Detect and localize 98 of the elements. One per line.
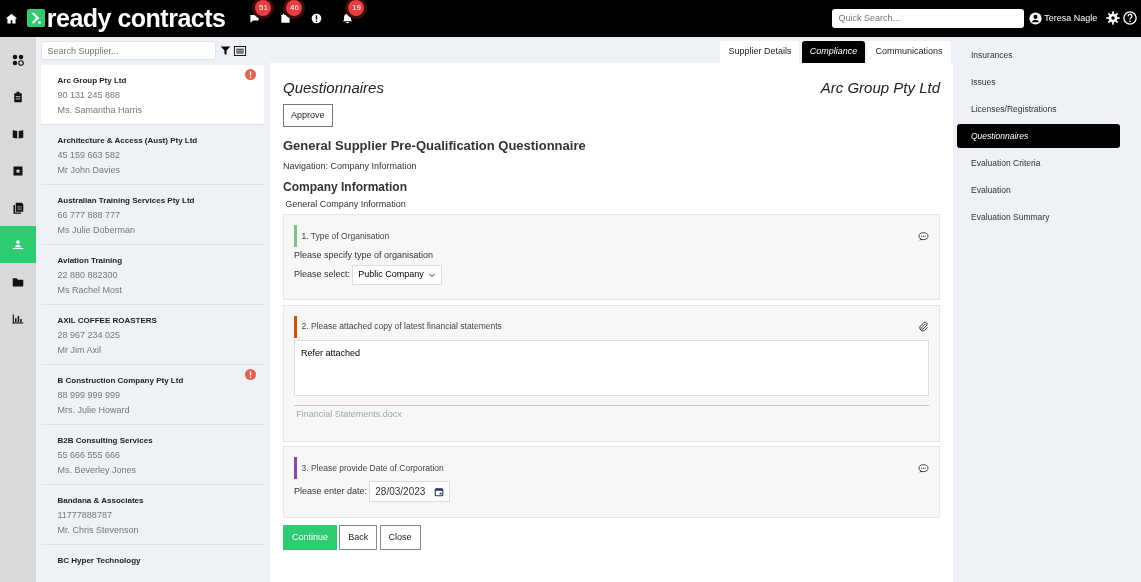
tab[interactable]: Supplier Details <box>720 41 800 63</box>
supplier-list-item[interactable]: Architecture & Access (Aust) Pty Ltd 45 159 663 582 Mr John Davies <box>40 124 264 185</box>
supplier-contact: Mr. Chris Stevenson <box>57 523 140 537</box>
chat-bubble-icon <box>248 12 260 24</box>
user-name[interactable]: Teresa Nagle <box>1044 11 1098 25</box>
question-title: 2. Please attached copy of latest financial statements <box>301 320 503 333</box>
comment-button[interactable] <box>918 462 929 474</box>
supplier-name: Australian Training Services Pty Ltd <box>57 194 196 207</box>
supplier-list-item[interactable]: B Construction Company Pty Ltd 88 999 999 999 Mrs. Julie Howard <box>40 364 264 425</box>
filter-icon <box>220 45 231 56</box>
supplier-list-item[interactable]: Arc Group Pty Ltd 90 131 245 888 Ms. Samantha Harris <box>40 64 264 125</box>
count-badge: 19 <box>348 0 365 17</box>
supplier-name: Arc Group Pty Ltd <box>57 74 128 87</box>
supplier-contact: Mr John Davies <box>57 163 122 177</box>
approve-button[interactable]: Approve <box>283 103 333 127</box>
logo-icon <box>26 9 45 28</box>
supplier-name: Bandana & Associates <box>57 494 145 507</box>
supplier-abn: 45 159 663 582 <box>57 148 122 162</box>
help-button[interactable] <box>1122 11 1137 26</box>
supplier-contact: Mrs. Julie Howard <box>57 403 131 417</box>
question-title: 3. Please provide Date of Corporation <box>301 461 445 475</box>
compliance-nav-item[interactable]: Licenses/Registrations <box>957 96 1120 122</box>
tab[interactable]: Communications <box>867 41 951 63</box>
compliance-nav-item[interactable]: Evaluation <box>957 177 1120 203</box>
settings-icon <box>1106 11 1121 26</box>
book-icon <box>12 127 24 140</box>
home-button[interactable] <box>4 11 18 25</box>
list-view-button[interactable] <box>233 44 248 57</box>
user-avatar-icon <box>1028 11 1042 25</box>
supplier-name: Aviation Training <box>57 254 124 267</box>
supplier-list-item[interactable]: B2B Consulting Services 55 666 555 666 Ms. Beverley Jones <box>40 424 264 485</box>
supplier-abn: 28 967 234 025 <box>57 328 122 342</box>
supplier-name: B Construction Company Pty Ltd <box>57 374 185 387</box>
supplier-abn: 90 131 245 888 <box>57 88 122 102</box>
count-badge: 46 <box>286 0 303 17</box>
supplier-name: AXIL COFFEE ROASTERS <box>57 314 158 327</box>
supplier-list-item[interactable]: Australian Training Services Pty Ltd 66 777 888 777 Ms Julie Doberman <box>40 184 264 245</box>
question-title: 1. Type of Organisation <box>301 229 391 243</box>
comment-icon <box>918 462 929 474</box>
supplier-name: BC Hyper Technology <box>57 554 142 567</box>
folder-icon <box>12 275 24 288</box>
dashboard-icon <box>12 53 24 66</box>
supplier-abn: 11777888787 <box>57 508 113 522</box>
notification-button[interactable] <box>248 12 260 24</box>
supplier-contact: Ms. Beverley Jones <box>57 463 138 477</box>
supplier-list-item[interactable]: AXIL COFFEE ROASTERS 28 967 234 025 Mr Jim Axil <box>40 304 264 365</box>
compliance-nav-item[interactable]: Evaluation Criteria <box>957 150 1120 176</box>
supplier-contact: Ms Julie Doberman <box>57 223 137 237</box>
documents-icon <box>12 201 24 214</box>
count-badge: 51 <box>255 0 272 17</box>
field-label: Please enter date: <box>294 485 368 498</box>
comment-icon <box>918 230 929 242</box>
paperclip-icon <box>918 321 929 332</box>
quick-search-field[interactable]: Quick Search... <box>832 8 1025 28</box>
supplier-abn: 22 880 882300 <box>57 268 119 282</box>
supplier-abn: 66 777 888 777 <box>57 208 122 222</box>
attach-button[interactable] <box>918 321 929 332</box>
supplier-contact: Ms. Samantha Harris <box>57 103 144 117</box>
comment-button[interactable] <box>918 230 929 242</box>
supplier-name: Architecture & Access (Aust) Pty Ltd <box>57 134 199 147</box>
supplier-contact: Ms Rachel Most <box>57 283 124 297</box>
supplier-name: B2B Consulting Services <box>57 434 154 447</box>
page-title: Questionnaires <box>283 77 384 98</box>
help-icon <box>1122 11 1137 26</box>
alert-icon <box>310 12 322 24</box>
supplier-contact: Mr Jim Axil <box>57 343 102 357</box>
secondary-button[interactable]: Close <box>379 524 421 550</box>
list-icon <box>233 44 248 57</box>
filter-button[interactable] <box>220 45 231 56</box>
supplier-title: Arc Group Pty Ltd <box>820 77 940 98</box>
tab[interactable]: Compliance <box>801 41 866 63</box>
clipboard-icon <box>12 90 24 103</box>
settings-button[interactable] <box>1106 11 1121 26</box>
compliance-nav-item[interactable]: Evaluation Summary <box>957 204 1120 230</box>
compliance-nav-item[interactable]: Insurances <box>957 42 1120 68</box>
supplier-abn: 88 999 999 999 <box>57 388 122 402</box>
question-prompt: Please specify type of organisation <box>294 249 435 263</box>
organisation-type-select[interactable]: Public Company <box>352 265 443 285</box>
navigation-text: Navigation: Company Information <box>283 160 418 173</box>
questionnaire-heading: General Supplier Pre-Qualification Questionnaire <box>283 137 587 155</box>
bar-chart-icon <box>12 312 24 325</box>
date-field[interactable]: 28/03/2023 <box>369 481 451 503</box>
secondary-button[interactable]: Back <box>339 524 378 550</box>
home-icon <box>4 11 18 25</box>
person-icon <box>12 238 24 251</box>
answer-text-area[interactable]: Refer attached <box>294 339 929 396</box>
notification-button[interactable] <box>310 12 322 24</box>
subsection-text: General Company Information <box>285 198 407 212</box>
supplier-list-item[interactable]: BC Hyper Technology <box>40 544 264 582</box>
compliance-nav-item[interactable]: Issues <box>957 69 1120 95</box>
brand-name: ready contracts <box>46 5 226 31</box>
supplier-search-field[interactable]: Search Supplier... <box>40 41 216 60</box>
section-heading: Company Information <box>283 179 408 196</box>
supplier-list-item[interactable]: Bandana & Associates 11777888787 Mr. Chris Stevenson <box>40 484 264 545</box>
field-label: Please select: <box>294 268 351 281</box>
supplier-list-item[interactable]: Aviation Training 22 880 882300 Ms Rachel Most <box>40 244 264 305</box>
compliance-nav-item[interactable]: Questionnaires <box>957 123 1120 149</box>
supplier-abn: 55 666 555 666 <box>57 448 122 462</box>
